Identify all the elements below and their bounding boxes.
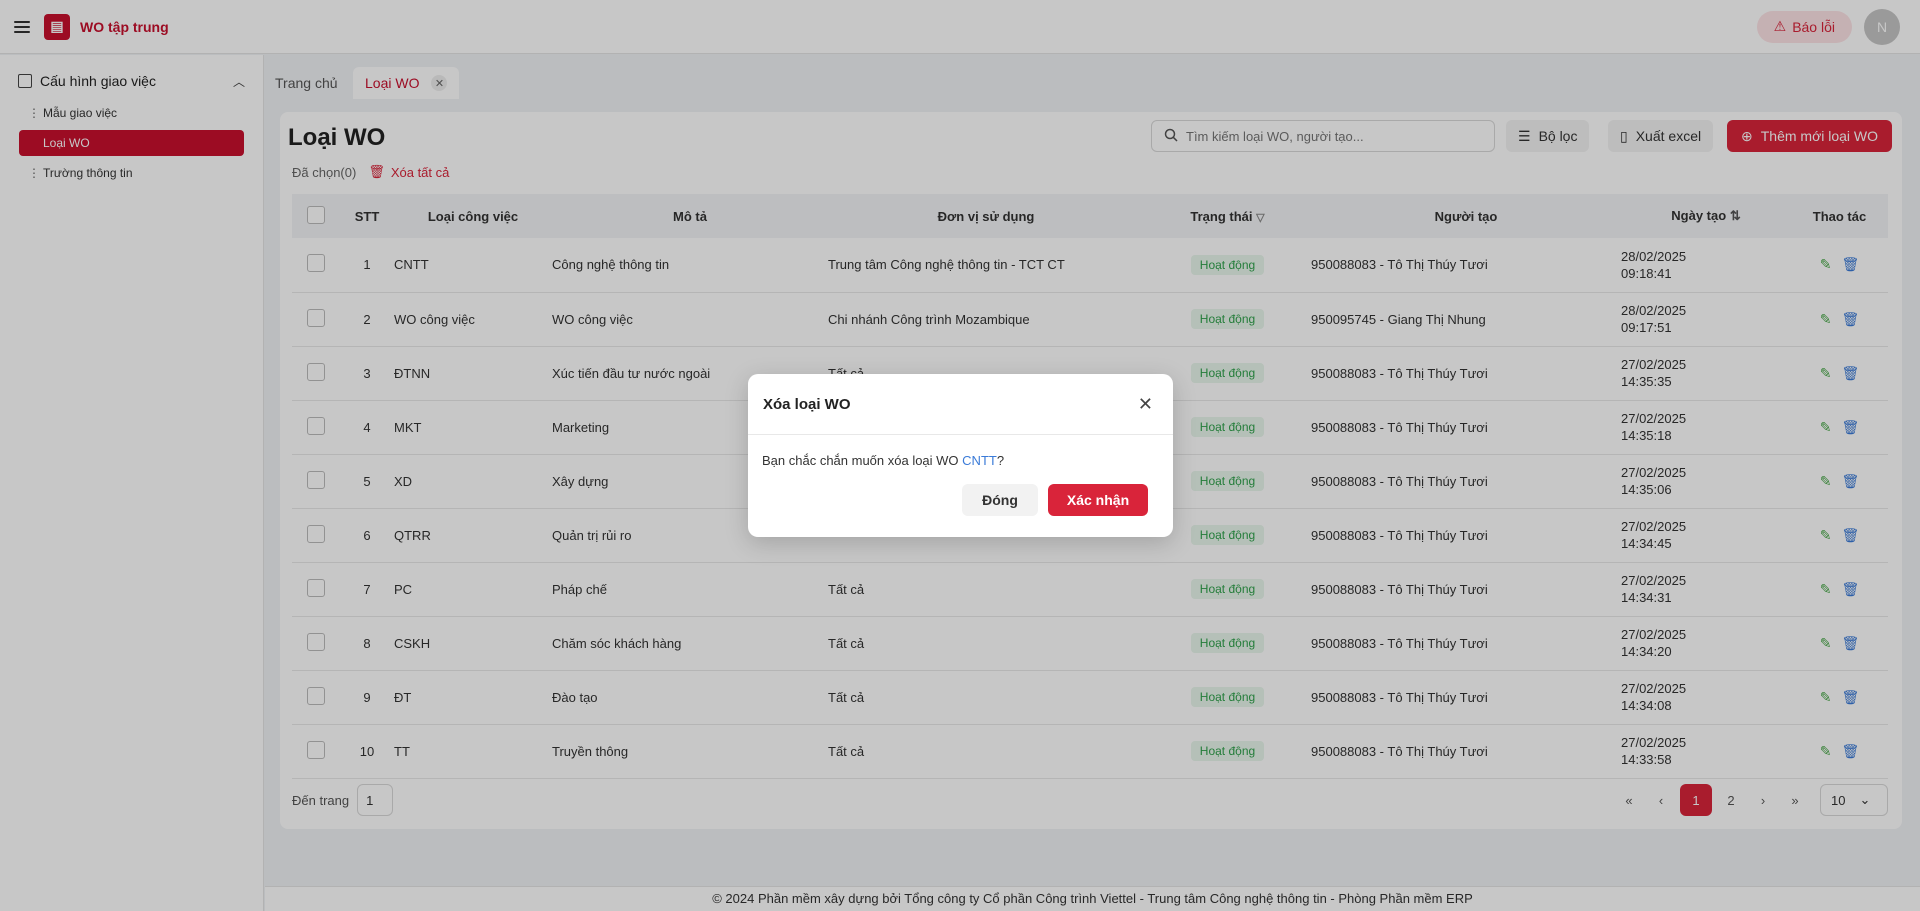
modal-title: Xóa loại WO [763,396,851,413]
close-icon[interactable]: ✕ [1138,394,1153,415]
modal-message: Bạn chắc chắn muốn xóa loại WO CNTT? [762,453,1004,468]
modal-message-prefix: Bạn chắc chắn muốn xóa loại WO [762,453,963,468]
delete-confirm-modal: Xóa loại WO ✕ Bạn chắc chắn muốn xóa loạ… [748,374,1173,537]
modal-message-suffix: ? [996,453,1005,468]
modal-divider [748,434,1173,435]
modal-confirm-button[interactable]: Xác nhận [1048,484,1148,516]
modal-close-button[interactable]: Đóng [962,484,1038,516]
modal-message-highlight: CNTT [962,453,997,468]
